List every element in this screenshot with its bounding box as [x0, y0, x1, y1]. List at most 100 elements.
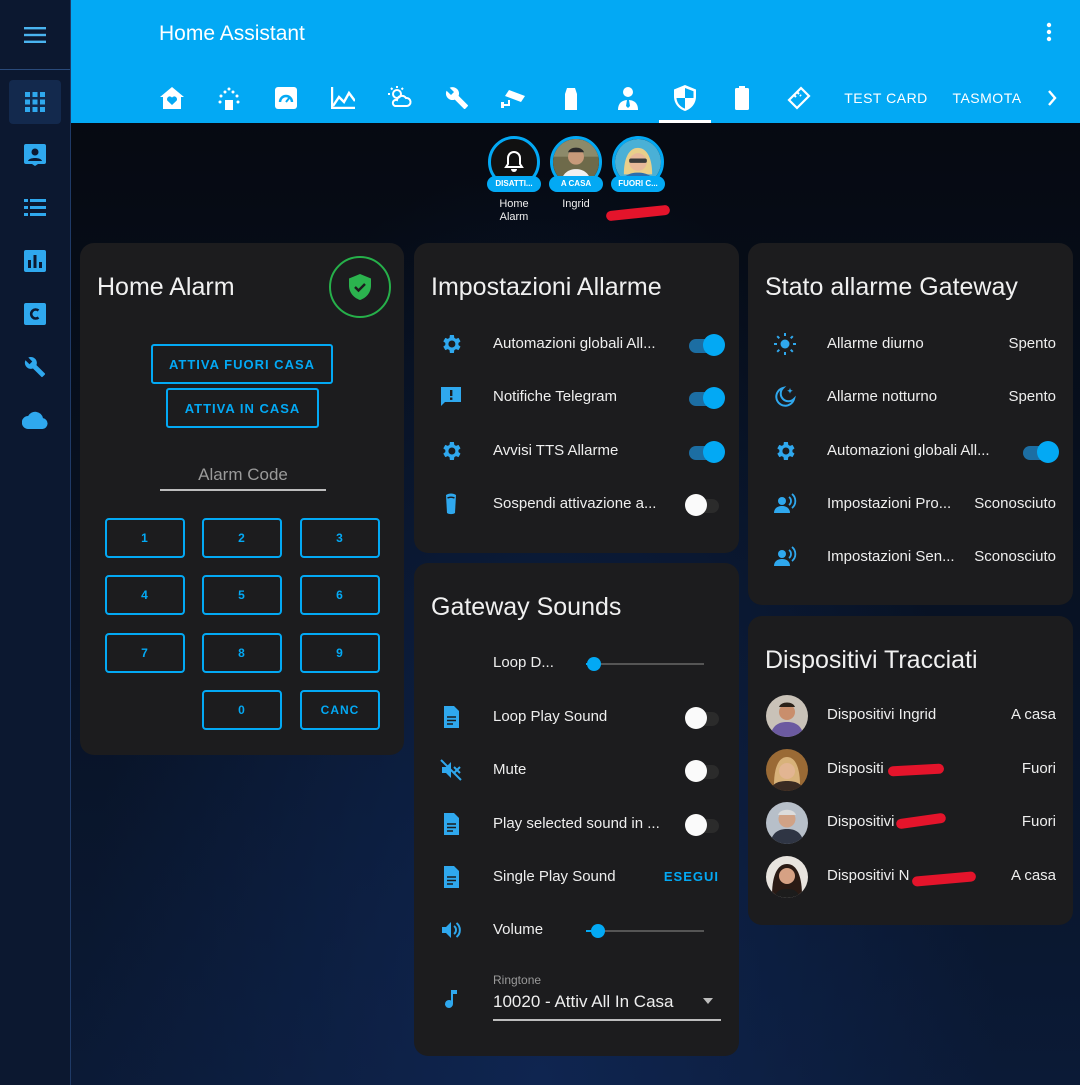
keypad-key-5[interactable]: 5	[202, 575, 282, 615]
row-play-selected-sound: Play selected sound in ...	[414, 804, 739, 844]
file-document-icon	[444, 706, 459, 728]
toggle-switch[interactable]	[685, 334, 725, 356]
sidebar-item-hacs[interactable]	[9, 292, 61, 336]
moon-icon	[775, 386, 796, 407]
menu-button[interactable]	[0, 0, 70, 70]
tab-batteries[interactable]	[716, 72, 768, 123]
sidebar-item-history[interactable]	[9, 239, 61, 283]
sidebar-item-developer-tools[interactable]	[9, 345, 61, 389]
letter-c-box-icon	[24, 303, 46, 325]
sidebar-item-overview[interactable]	[9, 80, 61, 124]
tab-weather[interactable]	[374, 72, 426, 123]
arm-home-button[interactable]: ATTIVA IN CASA	[166, 388, 319, 428]
tab-measure[interactable]	[773, 72, 825, 123]
toggle-switch[interactable]	[685, 760, 721, 782]
row-label: Dispositivi N	[827, 867, 910, 884]
badge-name: Home Alarm	[499, 198, 529, 223]
menu-down-icon	[703, 998, 713, 1004]
tab-cleaning[interactable]	[545, 72, 597, 123]
tab-test-card[interactable]: TEST CARD	[831, 72, 941, 123]
ringtone-select[interactable]: Ringtone 10020 - Attiv All In Casa	[493, 973, 721, 1021]
toggle-switch[interactable]	[685, 814, 721, 836]
tab-security[interactable]	[659, 72, 711, 123]
row-value: Fuori	[1021, 813, 1056, 830]
slider-thumb[interactable]	[591, 924, 605, 938]
keypad-key-6[interactable]: 6	[300, 575, 380, 615]
row-loop-play-sound: Loop Play Sound	[414, 697, 739, 737]
toggle-switch[interactable]	[685, 387, 725, 409]
badge-home-alarm[interactable]: DISATTI... Home Alarm	[487, 136, 541, 224]
tabs-scroll-right-button[interactable]	[1032, 72, 1072, 123]
keypad-key-1[interactable]: 1	[105, 518, 185, 558]
row-value: Sconosciuto	[974, 548, 1056, 565]
run-button[interactable]: ESEGUI	[664, 869, 719, 884]
sprinkler-icon	[218, 87, 240, 110]
toggle-switch[interactable]	[685, 707, 721, 729]
row-label: Mute	[493, 761, 527, 778]
volume-slider[interactable]	[586, 924, 704, 938]
tab-energy[interactable]	[260, 72, 312, 123]
tab-test-card-label: TEST CARD	[844, 89, 928, 106]
keypad-key-8[interactable]: 8	[202, 633, 282, 673]
row-label: Volume	[493, 921, 544, 938]
gateway-row-night-alarm: Allarme notturno Spento	[748, 377, 1073, 417]
slider-thumb[interactable]	[587, 657, 601, 671]
keypad-key-4[interactable]: 4	[105, 575, 185, 615]
wrench-icon	[24, 357, 46, 378]
row-volume: Volume	[414, 910, 739, 950]
row-label: Dispositivi	[827, 813, 895, 830]
card-title: Dispositivi Tracciati	[765, 646, 978, 674]
gateway-row-settings-pro: Impostazioni Pro... Sconosciuto	[748, 484, 1073, 524]
keypad-key-7[interactable]: 7	[105, 633, 185, 673]
keypad-clear-button[interactable]: CANC	[300, 690, 380, 730]
spray-icon	[565, 87, 577, 110]
row-label: Automazioni globali All...	[493, 335, 656, 352]
toggle-switch[interactable]	[1019, 441, 1059, 463]
loop-delay-slider[interactable]	[586, 657, 704, 671]
weather-icon	[388, 85, 412, 107]
row-label: Impostazioni Sen...	[827, 548, 955, 565]
tab-cameras[interactable]	[488, 72, 540, 123]
keypad-key-2[interactable]: 2	[202, 518, 282, 558]
arm-away-button[interactable]: ATTIVA FUORI CASA	[151, 344, 333, 384]
dots-vertical-icon	[1046, 22, 1052, 42]
tab-home[interactable]	[146, 72, 198, 123]
sidebar-item-logbook[interactable]	[9, 186, 61, 230]
gauge-icon	[275, 86, 297, 109]
tab-persons[interactable]	[602, 72, 654, 123]
toggle-switch[interactable]	[685, 494, 721, 516]
badge-ingrid[interactable]: A CASA Ingrid	[549, 136, 603, 211]
cup-icon	[446, 493, 456, 515]
tab-tasmota-label: TASMOTA	[952, 89, 1022, 106]
tab-tools[interactable]	[431, 72, 483, 123]
sidebar	[0, 0, 71, 1085]
badge-person-away[interactable]: FUORI C...	[611, 136, 665, 198]
ruler-icon	[787, 85, 811, 110]
format-list-icon	[24, 199, 46, 216]
sidebar-item-cloud[interactable]	[9, 398, 61, 442]
row-label: Impostazioni Pro...	[827, 495, 952, 512]
row-label: Allarme notturno	[827, 388, 938, 405]
chevron-right-icon	[1048, 89, 1057, 106]
tab-tasmota[interactable]: TASMOTA	[941, 72, 1033, 123]
alarm-code-input[interactable]: Alarm Code	[160, 463, 326, 491]
sidebar-item-person[interactable]	[9, 133, 61, 177]
gateway-row-global-automations: Automazioni globali All...	[748, 431, 1073, 471]
tab-charts[interactable]	[317, 72, 369, 123]
tab-irrigation[interactable]	[203, 72, 255, 123]
music-note-icon	[445, 990, 457, 1008]
shield-icon	[674, 84, 696, 111]
row-mute: Mute	[414, 750, 739, 790]
tracked-row[interactable]: Dispositivi N A casa	[748, 856, 1073, 898]
overflow-menu-button[interactable]	[1046, 22, 1052, 47]
keypad-key-9[interactable]: 9	[300, 633, 380, 673]
tracked-row[interactable]: Dispositivi Ingrid A casa	[748, 695, 1073, 737]
keypad-key-0[interactable]: 0	[202, 690, 282, 730]
card-title: Impostazioni Allarme	[431, 273, 662, 301]
row-value: A casa	[1010, 867, 1056, 884]
wrench-icon	[445, 86, 468, 109]
cctv-icon	[501, 89, 525, 108]
keypad-key-3[interactable]: 3	[300, 518, 380, 558]
toggle-switch[interactable]	[685, 441, 725, 463]
sun-icon	[774, 333, 796, 355]
